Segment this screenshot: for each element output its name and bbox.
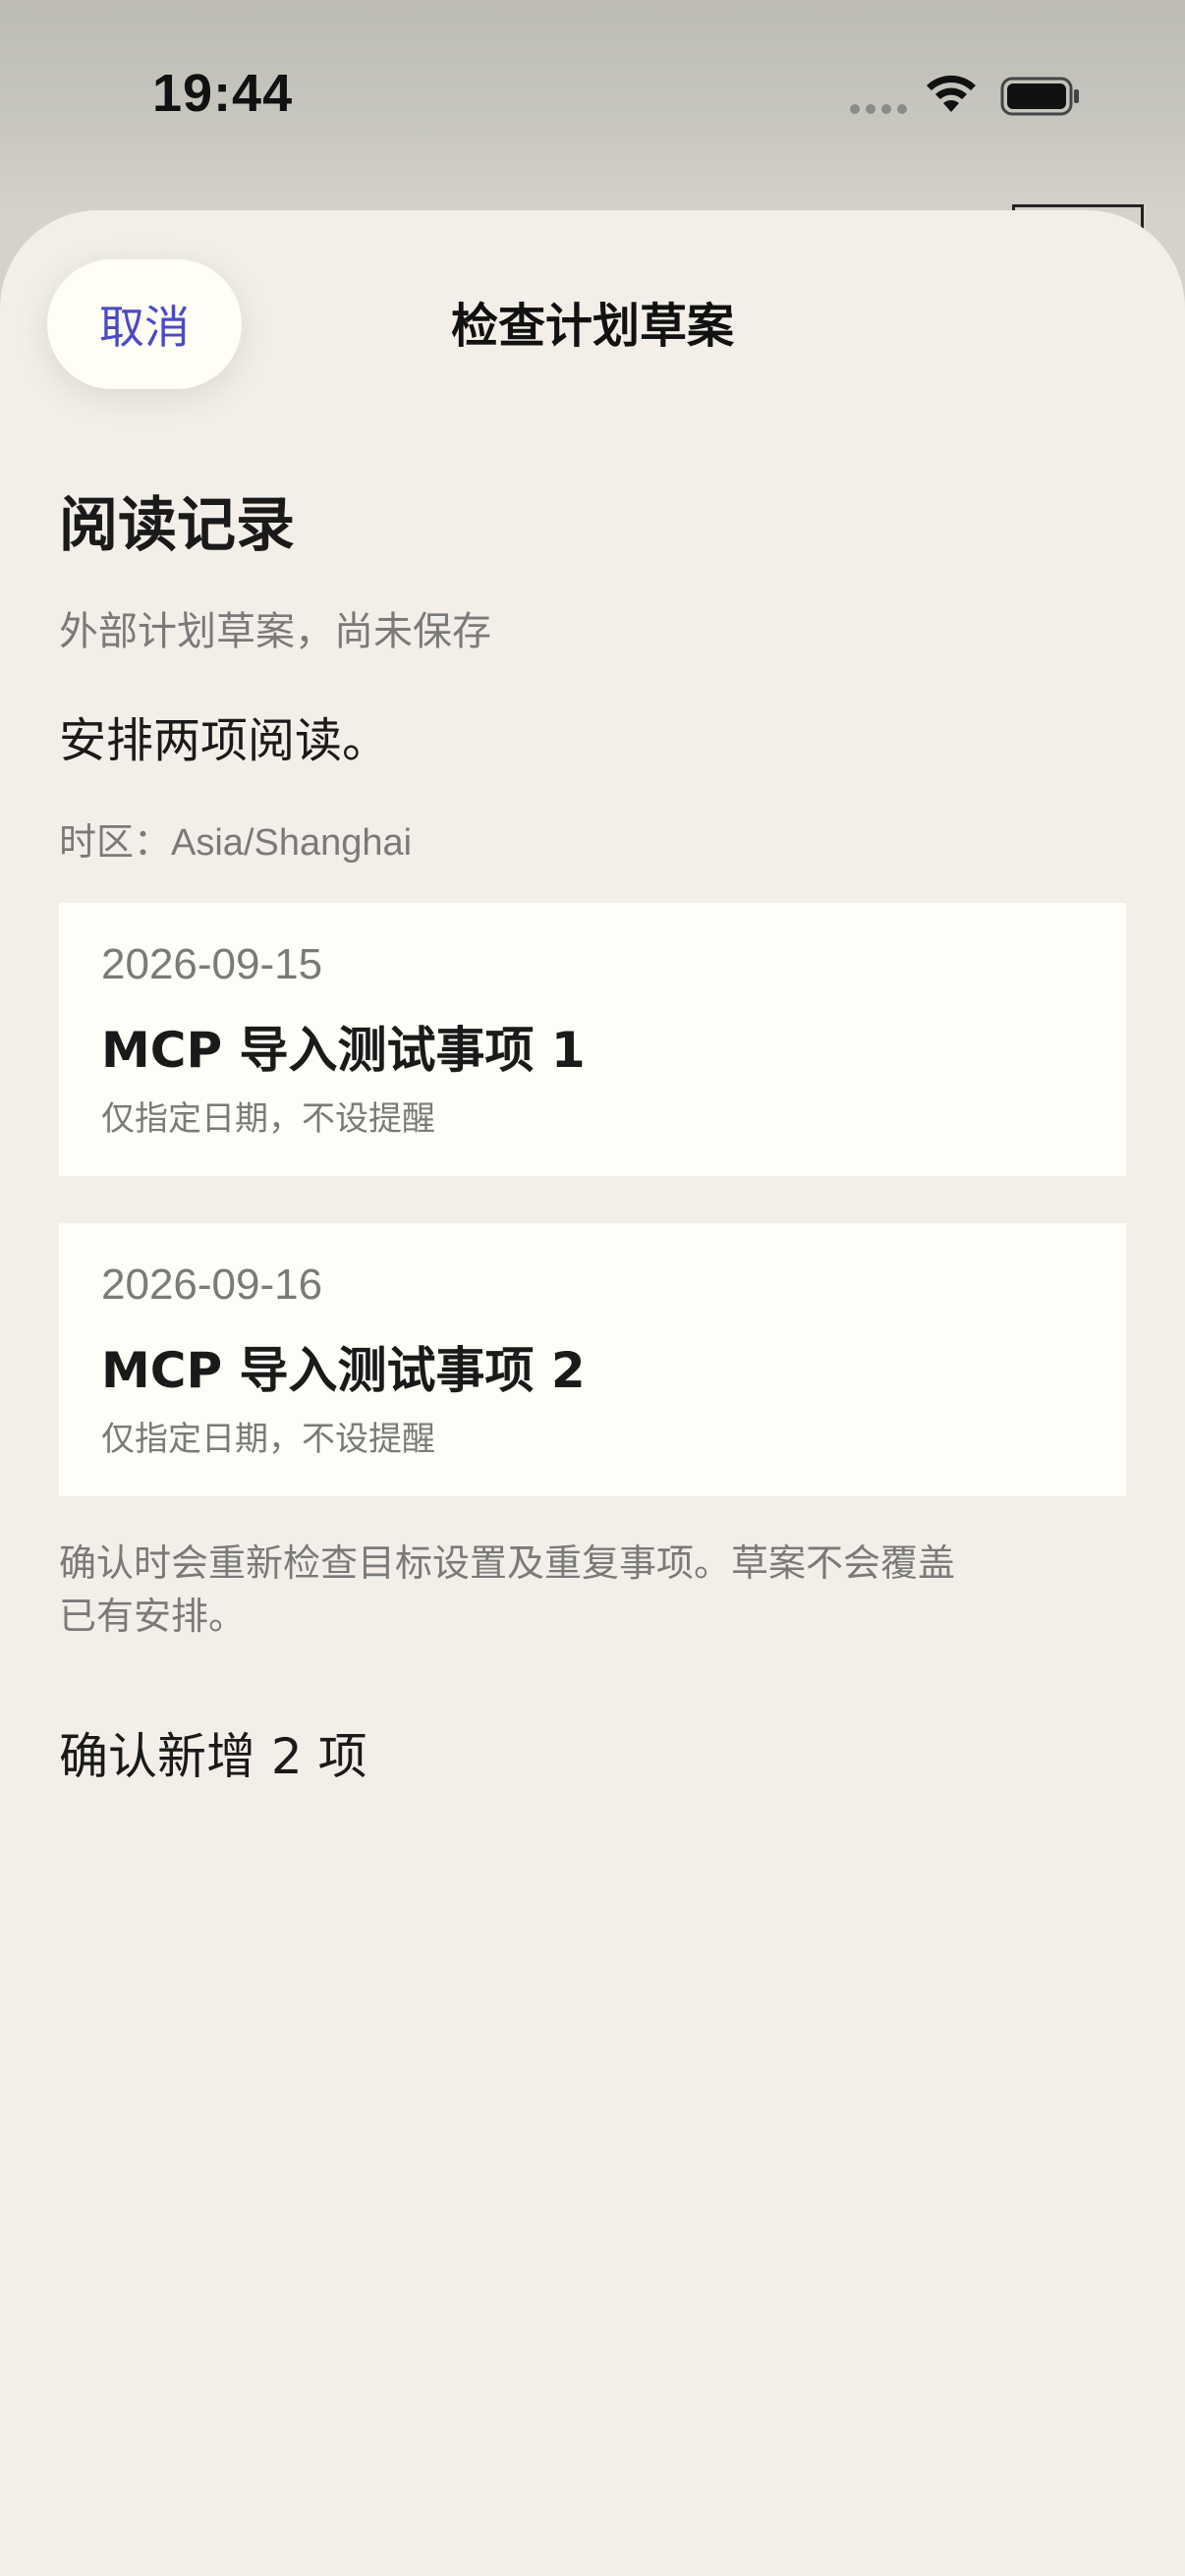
item-note: 仅指定日期，不设提醒 [101,1099,435,1139]
plan-item-card: 2026-09-16 MCP 导入测试事项 2 仅指定日期，不设提醒 [59,1223,1126,1496]
timezone-info: 时区：Asia/Shanghai [59,812,412,866]
item-title: MCP 导入测试事项 1 [101,1022,586,1079]
signal-dots-icon [850,104,907,114]
confirm-notice: 确认时会重新检查目标设置及重复事项。草案不会覆盖 已有安排。 [59,1537,1002,1643]
notice-line: 已有安排。 [59,1595,247,1638]
timezone-value: Asia/Shanghai [171,822,413,864]
item-date: 2026-09-15 [101,940,323,988]
plan-description: 安排两项阅读。 [59,713,390,768]
wifi-icon [927,75,976,112]
notice-line: 确认时会重新检查目标设置及重复事项。草案不会覆盖 [59,1541,956,1585]
plan-subtitle: 外部计划草案，尚未保存 [59,609,491,654]
item-date: 2026-09-16 [101,1260,323,1309]
item-note: 仅指定日期，不设提醒 [101,1420,435,1459]
confirm-add-button[interactable]: 确认新增 2 项 [59,1717,367,1788]
status-time: 19:44 [152,64,294,123]
status-bar: 19:44 [0,0,1185,196]
plan-title: 阅读记录 [59,491,295,560]
item-title: MCP 导入测试事项 2 [101,1342,586,1399]
plan-review-sheet: 取消 检查计划草案 阅读记录 外部计划草案，尚未保存 安排两项阅读。 时区：As… [0,210,1185,2576]
plan-item-card: 2026-09-15 MCP 导入测试事项 1 仅指定日期，不设提醒 [59,903,1126,1176]
battery-icon [1000,77,1079,116]
timezone-label: 时区： [59,820,172,864]
sheet-title: 检查计划草案 [450,299,734,354]
